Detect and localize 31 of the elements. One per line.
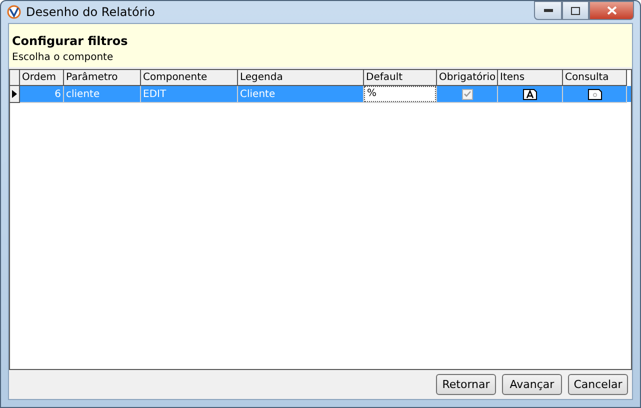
close-icon — [606, 6, 616, 15]
table-cell: Cliente — [238, 86, 364, 103]
table-cell: EDIT — [141, 86, 238, 103]
column-header[interactable]: Obrigatório — [437, 70, 498, 86]
row-pointer-icon — [12, 90, 17, 98]
column-header[interactable]: Default — [364, 70, 437, 86]
column-header[interactable]: Ordem — [20, 70, 64, 86]
column-header[interactable]: Legenda — [238, 70, 364, 86]
minimize-button[interactable] — [534, 1, 562, 20]
items-icon[interactable] — [523, 88, 537, 100]
dialog-button[interactable]: Avançar — [502, 374, 562, 395]
header-title: Configurar filtros — [12, 34, 129, 48]
column-header[interactable]: Itens — [498, 70, 563, 86]
app-logo-icon — [7, 5, 21, 19]
document-icon[interactable] — [588, 88, 602, 100]
header-subtitle: Escolha o componte — [12, 52, 114, 63]
default-field[interactable]: % — [364, 86, 436, 102]
column-header[interactable]: Componente — [141, 70, 238, 86]
close-button[interactable] — [589, 1, 634, 20]
column-header[interactable]: Consulta — [563, 70, 627, 86]
table-cell: cliente — [64, 86, 141, 103]
dialog-button[interactable]: Cancelar — [568, 374, 628, 395]
dialog-button[interactable]: Retornar — [436, 374, 496, 395]
table-cell: 6 — [20, 86, 64, 103]
required-checkbox[interactable] — [462, 88, 472, 100]
maximize-icon — [571, 6, 580, 14]
window-title: Desenho do Relatório — [26, 5, 155, 19]
minimize-icon — [544, 9, 552, 12]
table-row[interactable]: 6 cliente EDIT Cliente % — [10, 86, 631, 102]
maximize-button[interactable] — [562, 1, 589, 20]
column-header[interactable]: Parâmetro — [64, 70, 141, 86]
